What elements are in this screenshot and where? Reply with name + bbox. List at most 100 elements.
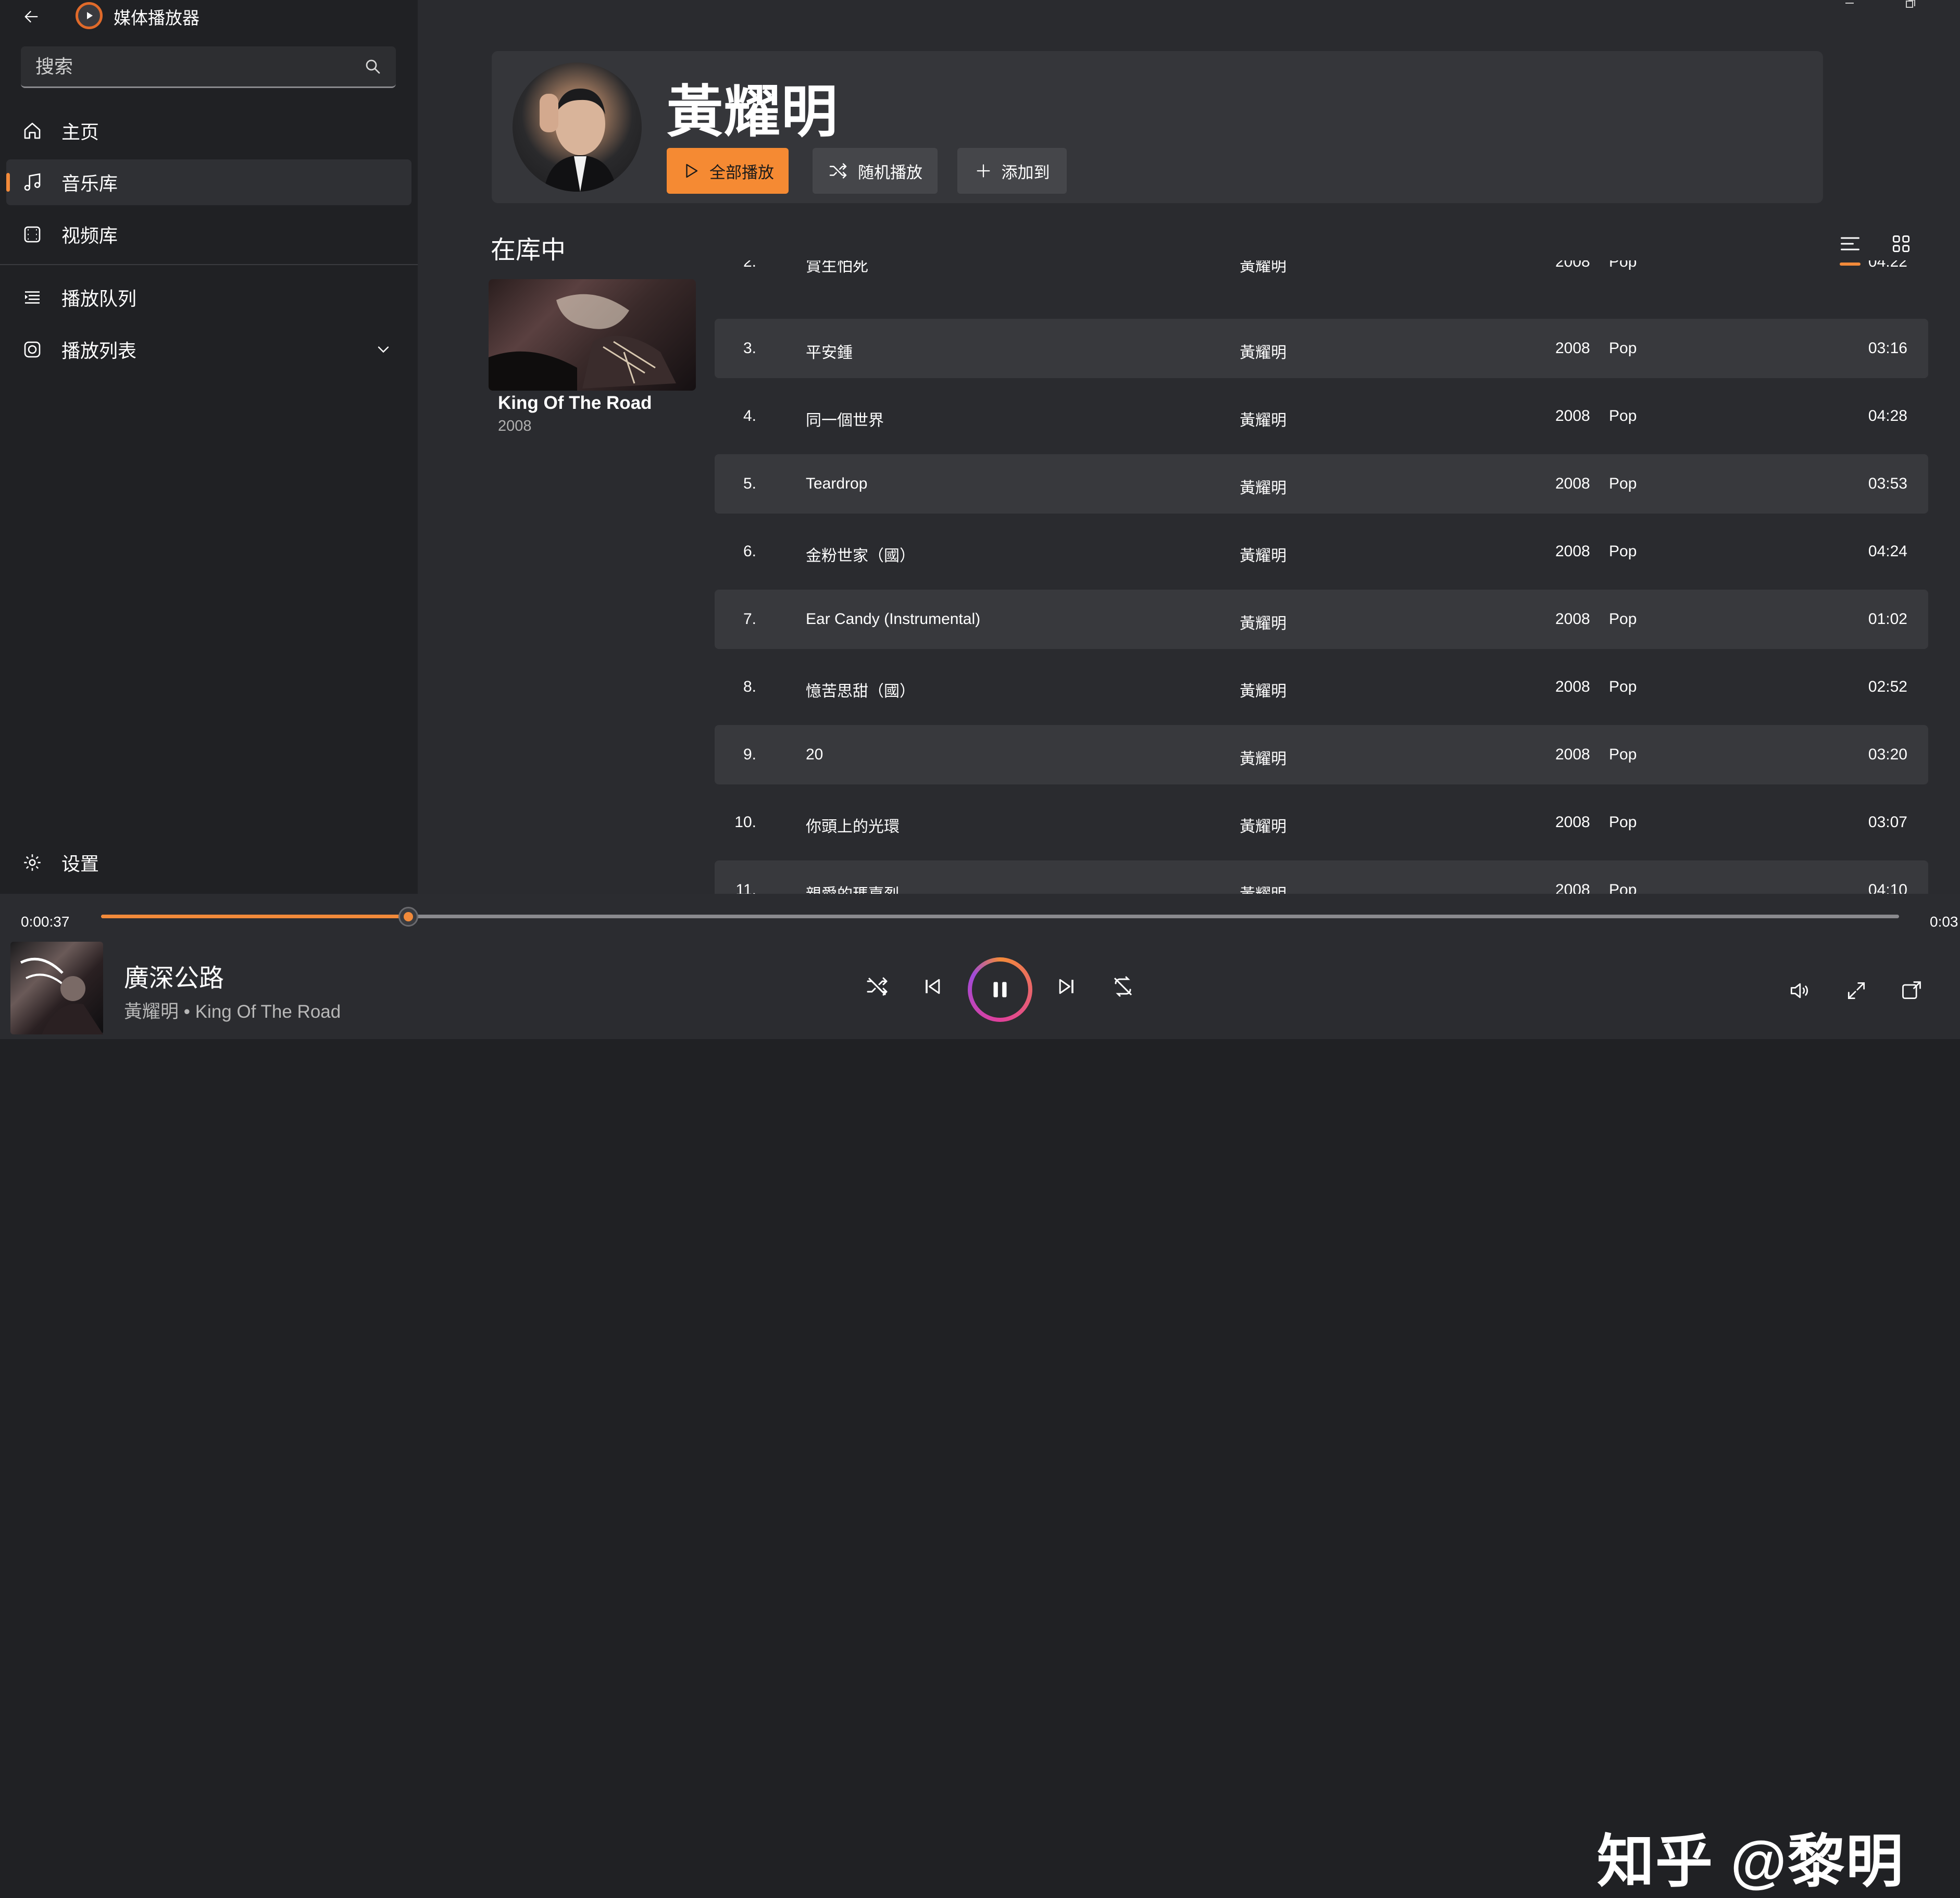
back-button[interactable] xyxy=(18,3,45,30)
shuffle-play-label: 随机播放 xyxy=(858,163,922,182)
track-number: 7. xyxy=(743,610,756,628)
track-artist[interactable]: 黃耀明 xyxy=(1240,746,1287,769)
shuffle-icon xyxy=(829,163,847,179)
track-genre[interactable]: Pop xyxy=(1609,814,1637,831)
track-genre[interactable]: Pop xyxy=(1609,260,1637,271)
table-row[interactable]: 7. Ear Candy (Instrumental) 黃耀明 2008 Pop… xyxy=(715,590,1928,649)
pause-icon xyxy=(993,982,1007,997)
fullscreen-button[interactable] xyxy=(1844,978,1869,1003)
track-year: 2008 xyxy=(1555,543,1590,560)
add-to-button[interactable]: 添加到 xyxy=(957,148,1067,194)
track-duration: 03:53 xyxy=(1868,475,1907,492)
track-number: 4. xyxy=(743,407,756,424)
now-playing-cover[interactable] xyxy=(10,942,103,1034)
table-row[interactable]: 11. 親愛的瑪嘉烈 黃耀明 2008 Pop 04:10 xyxy=(715,860,1928,894)
plus-icon xyxy=(977,164,990,178)
queue-icon xyxy=(21,286,44,309)
pause-button[interactable] xyxy=(968,957,1032,1022)
artist-header-card: 黃耀明 全部播放 随机播放 添加到 xyxy=(492,51,1823,203)
sidebar-item-home[interactable]: 主页 xyxy=(6,108,411,154)
track-duration: 04:24 xyxy=(1868,543,1907,560)
track-genre[interactable]: Pop xyxy=(1609,340,1637,357)
track-artist[interactable]: 黃耀明 xyxy=(1240,340,1287,363)
mini-player-button[interactable] xyxy=(1899,978,1924,1003)
track-artist[interactable]: 黃耀明 xyxy=(1240,881,1287,894)
minimize-icon xyxy=(1845,3,1854,4)
track-artist[interactable]: 黃耀明 xyxy=(1240,475,1287,498)
track-duration: 02:52 xyxy=(1868,678,1907,695)
track-genre[interactable]: Pop xyxy=(1609,610,1637,628)
sidebar-item-label: 主页 xyxy=(61,121,99,143)
track-number: 11. xyxy=(735,881,756,894)
track-title: 平安鍾 xyxy=(806,344,853,361)
track-title: 憶苦思甜（國） xyxy=(806,683,915,700)
track-number: 10. xyxy=(734,814,756,831)
now-playing-title: 廣深公路 xyxy=(124,965,224,992)
album-year: 2008 xyxy=(498,418,532,434)
volume-icon xyxy=(1790,983,1808,998)
seek-bar[interactable] xyxy=(101,907,1899,927)
track-genre[interactable]: Pop xyxy=(1609,746,1637,764)
play-logo-icon xyxy=(87,12,93,19)
search-input[interactable] xyxy=(34,55,364,78)
track-duration: 04:10 xyxy=(1868,881,1907,894)
minimize-button[interactable] xyxy=(1831,0,1868,16)
fullscreen-icon xyxy=(1847,982,1865,1000)
track-genre[interactable]: Pop xyxy=(1609,881,1637,894)
track-artist[interactable]: 黃耀明 xyxy=(1240,407,1287,430)
table-row[interactable]: 4. 同一個世界 黃耀明 2008 Pop 04:28 xyxy=(715,386,1928,446)
sidebar: 媒体播放器 主页 音乐库 视频库 播放队列 播放列表 xyxy=(0,0,418,894)
artist-portrait-icon xyxy=(540,89,617,192)
volume-button[interactable] xyxy=(1787,978,1812,1003)
track-artist[interactable]: 黃耀明 xyxy=(1240,678,1287,701)
shuffle-play-button[interactable]: 随机播放 xyxy=(813,148,938,194)
seek-thumb[interactable] xyxy=(398,907,419,927)
track-year: 2008 xyxy=(1555,881,1590,894)
sidebar-item-video-library[interactable]: 视频库 xyxy=(6,211,411,257)
search-box[interactable] xyxy=(21,46,396,88)
track-title: 你頭上的光環 xyxy=(806,818,900,835)
play-all-button[interactable]: 全部播放 xyxy=(667,148,789,194)
current-time: 0:00:37 xyxy=(21,914,70,930)
track-artist[interactable]: 黃耀明 xyxy=(1240,610,1287,633)
table-row[interactable]: 5. Teardrop 黃耀明 2008 Pop 03:53 xyxy=(715,454,1928,514)
sidebar-item-playlists[interactable]: 播放列表 xyxy=(6,327,411,372)
seek-bar-fill xyxy=(101,915,409,918)
table-row[interactable]: 9. 20 黃耀明 2008 Pop 03:20 xyxy=(715,725,1928,784)
track-artist[interactable]: 黃耀明 xyxy=(1240,260,1287,276)
shuffle-button[interactable] xyxy=(865,974,890,999)
restore-button[interactable] xyxy=(1892,0,1928,16)
track-genre[interactable]: Pop xyxy=(1609,475,1637,493)
repeat-button[interactable] xyxy=(1110,974,1135,999)
sidebar-item-play-queue[interactable]: 播放队列 xyxy=(6,274,411,320)
restore-icon xyxy=(1906,0,1915,8)
album-title[interactable]: King Of The Road xyxy=(498,393,652,414)
track-artist[interactable]: 黃耀明 xyxy=(1240,814,1287,836)
sidebar-item-settings[interactable]: 设置 xyxy=(6,840,411,885)
home-icon xyxy=(21,119,44,142)
sidebar-item-label: 播放队列 xyxy=(61,288,137,309)
track-genre[interactable]: Pop xyxy=(1609,407,1637,425)
table-row[interactable]: 10. 你頭上的光環 黃耀明 2008 Pop 03:07 xyxy=(715,793,1928,852)
album-cover[interactable] xyxy=(489,279,696,391)
track-year: 2008 xyxy=(1555,678,1590,695)
previous-button[interactable] xyxy=(920,974,945,999)
track-list: 2. 賞生怕死 黃耀明 2008 Pop 04:22 3. 平安鍾 黃耀明 20… xyxy=(715,260,1928,894)
table-row[interactable]: 2. 賞生怕死 黃耀明 2008 Pop 04:22 xyxy=(715,260,1928,292)
table-row[interactable]: 3. 平安鍾 黃耀明 2008 Pop 03:16 xyxy=(715,319,1928,378)
next-button[interactable] xyxy=(1054,974,1079,999)
track-artist[interactable]: 黃耀明 xyxy=(1240,543,1287,566)
table-row[interactable]: 8. 憶苦思甜（國） 黃耀明 2008 Pop 02:52 xyxy=(715,657,1928,717)
now-playing-subtitle[interactable]: 黃耀明 • King Of The Road xyxy=(124,997,341,1023)
table-row[interactable]: 6. 金粉世家（國） 黃耀明 2008 Pop 04:24 xyxy=(715,522,1928,581)
gear-icon xyxy=(21,851,44,874)
list-view-button[interactable] xyxy=(1836,229,1865,266)
track-genre[interactable]: Pop xyxy=(1609,678,1637,696)
search-icon[interactable] xyxy=(364,57,382,76)
track-number: 9. xyxy=(743,746,756,763)
grid-view-button[interactable] xyxy=(1887,229,1916,258)
track-number: 6. xyxy=(743,543,756,560)
track-genre[interactable]: Pop xyxy=(1609,543,1637,560)
chevron-down-icon[interactable] xyxy=(374,340,393,359)
sidebar-item-music-library[interactable]: 音乐库 xyxy=(6,159,411,205)
